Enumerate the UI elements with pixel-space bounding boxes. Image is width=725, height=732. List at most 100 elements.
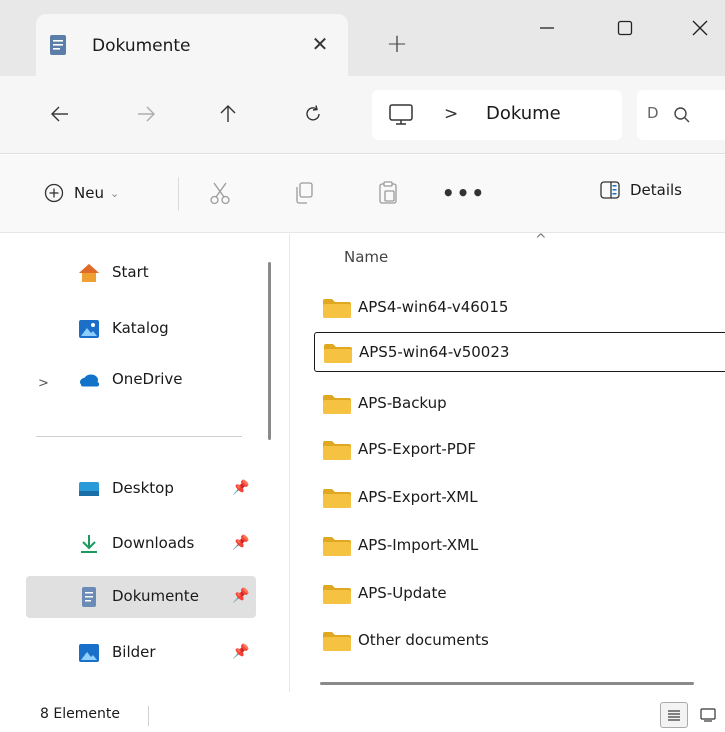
list-item[interactable]: APS-Export-PDF bbox=[314, 430, 725, 470]
minimize-icon bbox=[540, 27, 554, 29]
file-name: Other documents bbox=[358, 631, 489, 649]
sidebar-item-katalog[interactable]: Katalog bbox=[26, 308, 256, 350]
search-icon bbox=[674, 107, 690, 123]
refresh-button[interactable] bbox=[293, 94, 333, 134]
file-name: APS-Backup bbox=[358, 394, 447, 412]
sidebar-item-label: Start bbox=[112, 263, 149, 281]
forward-button[interactable] bbox=[126, 94, 166, 134]
cut-button[interactable] bbox=[204, 177, 236, 209]
pin-icon: 📌 bbox=[232, 480, 250, 496]
folder-icon bbox=[324, 344, 352, 363]
details-button[interactable]: Details bbox=[600, 181, 682, 199]
plus-circle-icon bbox=[44, 183, 64, 203]
gallery-icon bbox=[79, 320, 99, 338]
sidebar-item-label: Desktop bbox=[112, 479, 174, 497]
sidebar-item-label: OneDrive bbox=[112, 370, 183, 388]
address-bar-row: > Dokume D bbox=[0, 76, 725, 154]
file-name: APS-Update bbox=[358, 584, 447, 602]
download-icon bbox=[81, 535, 97, 553]
paste-button[interactable] bbox=[372, 177, 404, 209]
documents-icon bbox=[50, 35, 66, 55]
folder-icon bbox=[323, 489, 351, 508]
tiles-view-icon bbox=[700, 708, 716, 722]
file-name: APS4-win64-v46015 bbox=[358, 298, 509, 316]
desktop-icon bbox=[79, 482, 99, 496]
breadcrumb-separator[interactable]: > bbox=[444, 104, 458, 124]
maximize-button[interactable] bbox=[590, 0, 660, 56]
list-item[interactable]: Other documents bbox=[314, 621, 725, 661]
tab-close-icon[interactable]: ✕ bbox=[304, 28, 336, 60]
pin-icon: 📌 bbox=[232, 535, 250, 551]
copy-button[interactable] bbox=[288, 177, 320, 209]
folder-icon bbox=[323, 395, 351, 414]
file-name: APS-Export-XML bbox=[358, 488, 478, 506]
paste-icon bbox=[379, 181, 397, 204]
sidebar-item-label: Bilder bbox=[112, 643, 156, 661]
sort-ascending-icon: ^ bbox=[535, 232, 547, 248]
onedrive-icon bbox=[80, 374, 99, 387]
list-view-icon bbox=[668, 710, 680, 721]
sidebar-item-downloads[interactable]: Downloads 📌 bbox=[26, 523, 256, 565]
new-tab-icon[interactable]: + bbox=[381, 28, 413, 60]
up-button[interactable] bbox=[208, 94, 248, 134]
sidebar-item-dokumente[interactable]: Dokumente 📌 bbox=[26, 576, 256, 618]
list-item[interactable]: APS-Backup bbox=[314, 384, 725, 424]
horizontal-scrollbar[interactable] bbox=[320, 682, 694, 685]
new-label: Neu bbox=[74, 184, 104, 202]
sidebar-item-start[interactable]: Start bbox=[26, 252, 256, 294]
file-name: APS5-win64-v50023 bbox=[359, 343, 510, 361]
column-header-name[interactable]: Name bbox=[344, 248, 388, 266]
list-item[interactable]: APS-Update bbox=[314, 574, 725, 614]
search-placeholder: D bbox=[647, 104, 659, 122]
status-bar: 8 Elemente bbox=[0, 692, 725, 732]
new-button[interactable]: Neu ⌄ bbox=[44, 177, 119, 209]
status-divider bbox=[148, 706, 149, 726]
documents-icon bbox=[82, 587, 96, 607]
close-icon bbox=[692, 20, 708, 36]
pin-icon: 📌 bbox=[232, 588, 250, 604]
folder-icon bbox=[323, 585, 351, 604]
navigation-divider bbox=[36, 436, 242, 437]
tab-title: Dokumente bbox=[92, 36, 191, 56]
this-pc-icon bbox=[389, 104, 413, 125]
list-item[interactable]: APS-Export-XML bbox=[314, 478, 725, 518]
details-label: Details bbox=[630, 181, 683, 199]
sidebar-item-desktop[interactable]: Desktop 📌 bbox=[26, 468, 256, 510]
tiles-view-button[interactable] bbox=[694, 702, 722, 728]
chevron-down-icon: ⌄ bbox=[109, 186, 120, 200]
refresh-icon bbox=[306, 105, 320, 121]
sidebar-item-bilder[interactable]: Bilder 📌 bbox=[26, 632, 256, 674]
folder-icon bbox=[323, 632, 351, 651]
minimize-button[interactable] bbox=[512, 0, 582, 56]
sidebar-item-label: Dokumente bbox=[112, 587, 199, 605]
details-view-button[interactable] bbox=[660, 702, 688, 728]
file-name: APS-Export-PDF bbox=[358, 440, 476, 458]
arrow-up-icon bbox=[220, 105, 236, 122]
arrow-right-icon bbox=[138, 106, 155, 122]
breadcrumb-dokumente[interactable]: Dokume bbox=[486, 103, 561, 124]
details-pane-icon bbox=[600, 181, 620, 199]
arrow-left-icon bbox=[51, 106, 68, 122]
list-item[interactable]: APS4-win64-v46015 bbox=[314, 288, 725, 328]
address-field[interactable]: > Dokume bbox=[372, 90, 622, 140]
navigation-pane: Start Katalog > OneDrive Desktop 📌 Downl… bbox=[0, 234, 272, 692]
item-count: 8 Elemente bbox=[40, 706, 120, 722]
command-bar: Neu ⌄ ••• Details bbox=[0, 155, 725, 233]
close-window-button[interactable] bbox=[665, 0, 725, 56]
pin-icon: 📌 bbox=[232, 644, 250, 660]
folder-icon bbox=[323, 299, 351, 318]
scissors-icon bbox=[210, 182, 230, 205]
list-item[interactable]: APS-Import-XML bbox=[314, 526, 725, 566]
copy-icon bbox=[296, 182, 313, 204]
list-item[interactable]: APS5-win64-v50023 bbox=[314, 332, 725, 372]
back-button[interactable] bbox=[40, 94, 80, 134]
pictures-icon bbox=[79, 644, 99, 662]
sidebar-item-label: Downloads bbox=[112, 534, 195, 552]
search-input[interactable]: D bbox=[637, 90, 725, 140]
command-divider bbox=[178, 177, 179, 211]
tab-dokumente[interactable]: Dokumente ✕ bbox=[36, 14, 348, 76]
sidebar-item-onedrive[interactable]: OneDrive bbox=[26, 359, 256, 401]
more-options-button[interactable]: ••• bbox=[442, 177, 484, 209]
navigation-scrollbar[interactable] bbox=[268, 262, 271, 440]
folder-icon bbox=[323, 441, 351, 460]
